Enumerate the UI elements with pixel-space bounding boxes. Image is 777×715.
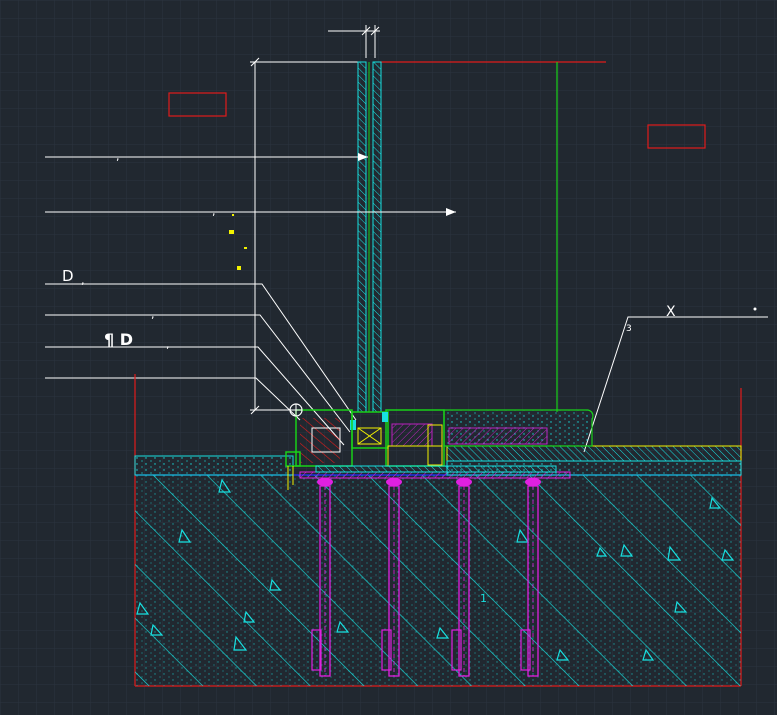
leader-label-3-prefix: D <box>62 267 74 285</box>
leader-label-5-prefix: ¶ D <box>104 330 133 349</box>
cad-drawing-canvas[interactable]: , , D , , ¶ D , X 3 1 <box>0 0 777 715</box>
leader-label-5: , <box>166 338 170 351</box>
leader-label-4: , <box>151 308 155 321</box>
note-label-1: 1 <box>480 592 487 605</box>
top-right-index: 3 <box>626 324 632 334</box>
top-right-label: X <box>666 304 676 320</box>
concrete-slab: 1 <box>135 475 741 686</box>
top-right-dot <box>753 307 757 311</box>
glass-panel <box>357 61 382 413</box>
leader-label-3: , <box>81 274 85 287</box>
leader-label-1: , <box>116 150 120 163</box>
threshold-sill <box>443 409 594 447</box>
base-plate <box>299 465 571 479</box>
screed-layer-left <box>134 455 294 476</box>
leader-label-2: , <box>212 205 216 218</box>
